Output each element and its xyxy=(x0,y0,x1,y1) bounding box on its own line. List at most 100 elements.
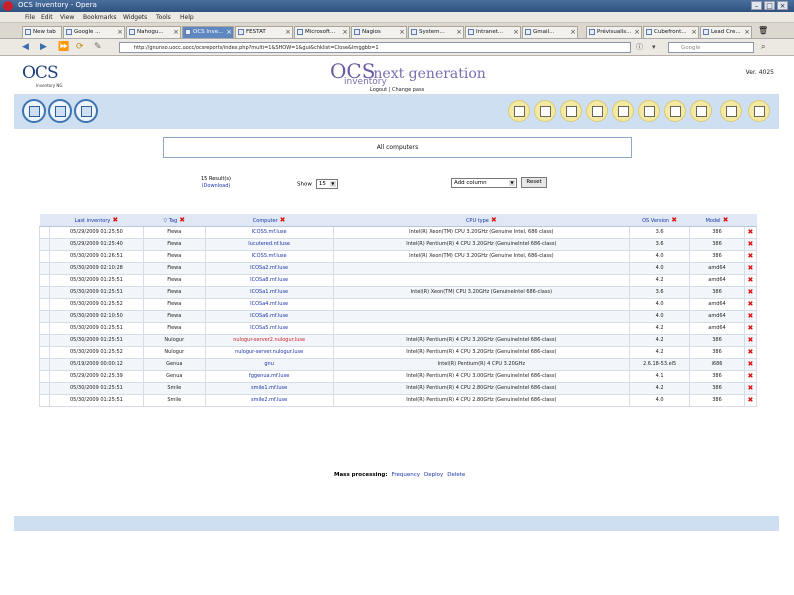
filter-icon[interactable] xyxy=(48,99,72,123)
help-icon[interactable] xyxy=(720,100,742,122)
row-checkbox-cell[interactable] xyxy=(39,333,50,347)
tab[interactable]: Gmail... × xyxy=(522,26,578,38)
delete-row-icon[interactable]: ✖ xyxy=(743,345,758,359)
row-checkbox-cell[interactable] xyxy=(39,285,50,299)
close-window-button[interactable]: × xyxy=(777,1,788,10)
inventory-icon[interactable] xyxy=(508,100,530,122)
minimize-button[interactable]: – xyxy=(751,1,762,10)
row-checkbox-cell[interactable] xyxy=(39,273,50,287)
delete-row-icon[interactable]: ✖ xyxy=(743,393,758,407)
remove-column-icon[interactable]: ✖ xyxy=(179,216,185,224)
menu-edit[interactable]: Edit xyxy=(41,14,53,21)
delete-row-icon[interactable]: ✖ xyxy=(743,357,758,371)
logout-link[interactable]: Logout xyxy=(370,87,387,93)
close-tab-icon[interactable]: × xyxy=(456,27,462,38)
menu-widgets[interactable]: Widgets xyxy=(123,14,147,21)
delete-row-icon[interactable]: ✖ xyxy=(743,249,758,263)
row-checkbox-cell[interactable] xyxy=(39,309,50,323)
back-icon[interactable]: ◀ xyxy=(22,42,29,52)
dropdown-icon[interactable]: ▾ xyxy=(652,42,656,52)
cell-computer[interactable]: fggenua.mf.luse xyxy=(204,369,334,383)
close-tab-icon[interactable]: × xyxy=(634,27,640,38)
tab-ocs-inventory[interactable]: OCS Inve... × xyxy=(182,26,234,38)
menu-help[interactable]: Help xyxy=(180,14,194,21)
tab[interactable]: New tab xyxy=(22,26,62,38)
row-checkbox-cell[interactable] xyxy=(39,345,50,359)
close-tab-icon[interactable]: × xyxy=(285,27,291,38)
add-column-select[interactable]: Add column ▼ xyxy=(451,178,517,188)
reset-button[interactable]: Reset xyxy=(521,177,547,188)
cell-computer[interactable]: smile2.mf.luse xyxy=(204,393,334,407)
row-checkbox-cell[interactable] xyxy=(39,321,50,335)
delete-row-icon[interactable]: ✖ xyxy=(743,273,758,287)
tools-icon[interactable] xyxy=(586,100,608,122)
documents-icon[interactable] xyxy=(690,100,712,122)
search-icon[interactable] xyxy=(74,99,98,123)
close-tab-icon[interactable]: × xyxy=(173,27,179,38)
cell-computer[interactable]: ICOSS.mf.luse xyxy=(204,249,334,263)
row-checkbox-cell[interactable] xyxy=(39,393,50,407)
header-last-inventory[interactable]: Last inventory ✖ xyxy=(49,214,144,227)
cell-computer[interactable]: ICOSa4.mf.luse xyxy=(204,297,334,311)
edit-icon[interactable]: ✎ xyxy=(94,42,102,52)
delete-row-icon[interactable]: ✖ xyxy=(743,333,758,347)
close-tab-icon[interactable]: × xyxy=(226,27,232,38)
menu-view[interactable]: View xyxy=(60,14,74,21)
config-icon[interactable] xyxy=(638,100,660,122)
close-tab-icon[interactable]: × xyxy=(399,27,405,38)
delete-row-icon[interactable]: ✖ xyxy=(743,309,758,323)
trash-icon[interactable]: 🗑 xyxy=(758,26,768,35)
groups-icon[interactable] xyxy=(534,100,556,122)
tab[interactable]: Lead Cre... × xyxy=(700,26,752,38)
close-tab-icon[interactable]: × xyxy=(570,27,576,38)
url-field[interactable]: http://gnunso.uocc.uocc/ocsreports/index… xyxy=(119,42,631,53)
logout-icon[interactable] xyxy=(748,100,770,122)
search-input[interactable]: Google xyxy=(668,42,754,53)
remove-column-icon[interactable]: ✖ xyxy=(280,216,286,224)
header-computer[interactable]: Computer ✖ xyxy=(205,214,334,227)
header-cpu-type[interactable]: CPU type ✖ xyxy=(333,214,630,227)
close-tab-icon[interactable]: × xyxy=(117,27,123,38)
cell-computer[interactable]: smile1.mf.luse xyxy=(204,381,334,395)
remove-column-icon[interactable]: ✖ xyxy=(491,216,497,224)
menu-bookmarks[interactable]: Bookmarks xyxy=(83,14,117,21)
forward-icon[interactable]: ▶ xyxy=(40,42,47,52)
tab[interactable]: Google ... × xyxy=(63,26,125,38)
info-icon[interactable]: ⓘ xyxy=(636,42,643,52)
cell-computer[interactable]: ICOSS.mf.luse xyxy=(204,225,334,239)
network-icon[interactable] xyxy=(560,100,582,122)
tab[interactable]: Intranet... × xyxy=(465,26,521,38)
row-checkbox-cell[interactable] xyxy=(39,249,50,263)
delete-row-icon[interactable]: ✖ xyxy=(743,381,758,395)
remove-column-icon[interactable]: ✖ xyxy=(112,216,118,224)
menu-file[interactable]: File xyxy=(25,14,35,21)
menu-tools[interactable]: Tools xyxy=(156,14,171,21)
row-checkbox-cell[interactable] xyxy=(39,369,50,383)
tab[interactable]: Nahogu... × xyxy=(126,26,181,38)
change-pass-link[interactable]: Change pass xyxy=(392,87,424,93)
tab[interactable]: FESTAT × xyxy=(235,26,293,38)
remove-column-icon[interactable]: ✖ xyxy=(671,216,677,224)
cell-computer[interactable]: ICOSa1.mf.luse xyxy=(204,285,334,299)
row-checkbox-cell[interactable] xyxy=(39,261,50,275)
row-checkbox-cell[interactable] xyxy=(39,225,50,239)
cell-computer[interactable]: ICOSa2.mf.luse xyxy=(204,261,334,275)
maximize-button[interactable]: □ xyxy=(764,1,775,10)
deploy-icon[interactable] xyxy=(612,100,634,122)
tab[interactable]: System... × xyxy=(408,26,464,38)
ocs-logo[interactable]: OCS Inventory NG xyxy=(22,63,62,88)
cell-computer[interactable]: lucutered.nf.luse xyxy=(204,237,334,251)
deploy-link[interactable]: Deploy xyxy=(424,472,443,478)
close-tab-icon[interactable]: × xyxy=(691,27,697,38)
frequency-link[interactable]: Frequency xyxy=(392,472,420,478)
cell-computer[interactable]: nulogur-server2.nulogur.luse xyxy=(204,333,334,347)
fast-forward-icon[interactable]: ⏩ xyxy=(58,42,69,52)
zoom-icon[interactable]: ⌕ xyxy=(761,42,765,52)
header-os-version[interactable]: OS Version ✖ xyxy=(629,214,690,227)
cell-computer[interactable]: nulogur-server.nulogur.luse xyxy=(204,345,334,359)
computers-icon[interactable] xyxy=(22,99,46,123)
delete-row-icon[interactable]: ✖ xyxy=(743,237,758,251)
tab[interactable]: Prévisualis... × xyxy=(586,26,642,38)
cell-computer[interactable]: ICOSa5.mf.luse xyxy=(204,321,334,335)
cell-computer[interactable]: ICOSa6.mf.luse xyxy=(204,309,334,323)
